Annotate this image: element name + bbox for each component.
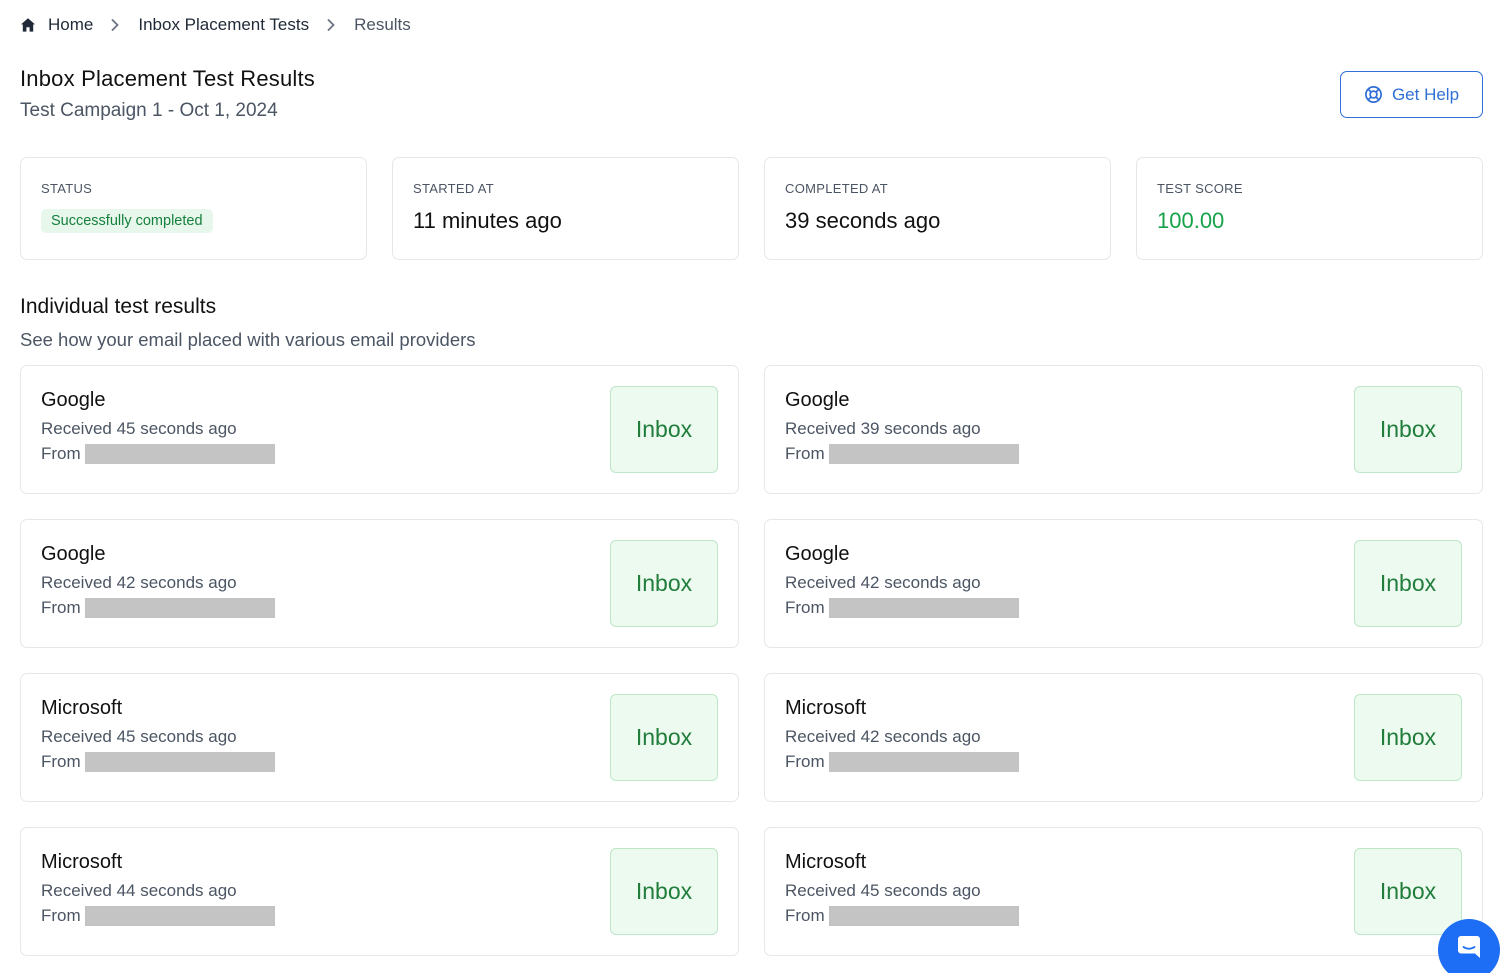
page-subtitle: Test Campaign 1 - Oct 1, 2024 bbox=[20, 100, 278, 121]
result-card: Microsoft Received 44 seconds ago From I… bbox=[20, 827, 739, 956]
provider-name: Microsoft bbox=[41, 697, 123, 719]
chevron-right-icon bbox=[110, 18, 120, 32]
result-card: Microsoft Received 42 seconds ago From I… bbox=[764, 673, 1483, 802]
completed-at-value: 39 seconds ago bbox=[785, 208, 941, 233]
result-card: Google Received 45 seconds ago From Inbo… bbox=[20, 365, 739, 494]
provider-name: Google bbox=[785, 389, 850, 411]
redacted-sender bbox=[84, 752, 275, 772]
from-row: From bbox=[41, 906, 275, 926]
section-subtitle: See how your email placed with various e… bbox=[20, 329, 476, 350]
placement-badge: Inbox bbox=[1354, 540, 1462, 627]
provider-name: Google bbox=[41, 543, 106, 565]
from-row: From bbox=[41, 598, 275, 618]
status-label: STATUS bbox=[41, 181, 93, 196]
received-time: Received 42 seconds ago bbox=[785, 573, 981, 592]
placement-badge: Inbox bbox=[610, 694, 718, 781]
from-label: From bbox=[785, 444, 825, 463]
from-label: From bbox=[785, 752, 825, 771]
started-at-card: STARTED AT 11 minutes ago bbox=[392, 157, 739, 260]
from-row: From bbox=[41, 444, 275, 464]
started-at-value: 11 minutes ago bbox=[413, 208, 562, 233]
from-row: From bbox=[41, 752, 275, 772]
completed-at-card: COMPLETED AT 39 seconds ago bbox=[764, 157, 1111, 260]
received-time: Received 45 seconds ago bbox=[785, 881, 981, 900]
status-badge: Successfully completed bbox=[41, 209, 213, 233]
provider-name: Microsoft bbox=[785, 697, 867, 719]
result-card: Google Received 39 seconds ago From Inbo… bbox=[764, 365, 1483, 494]
result-card: Google Received 42 seconds ago From Inbo… bbox=[764, 519, 1483, 648]
test-score-value: 100.00 bbox=[1157, 208, 1225, 233]
provider-name: Google bbox=[785, 543, 850, 565]
received-time: Received 45 seconds ago bbox=[41, 419, 237, 438]
placement-badge: Inbox bbox=[610, 848, 718, 935]
redacted-sender bbox=[84, 906, 275, 926]
received-time: Received 39 seconds ago bbox=[785, 419, 981, 438]
from-label: From bbox=[785, 906, 825, 925]
breadcrumb: Home Inbox Placement Tests Results bbox=[20, 14, 411, 36]
from-row: From bbox=[785, 444, 1019, 464]
provider-name: Microsoft bbox=[785, 851, 867, 873]
placement-badge: Inbox bbox=[610, 540, 718, 627]
redacted-sender bbox=[828, 752, 1019, 772]
breadcrumb-tests-link[interactable]: Inbox Placement Tests bbox=[138, 15, 309, 35]
from-label: From bbox=[41, 598, 81, 617]
started-at-label: STARTED AT bbox=[413, 181, 495, 196]
placement-badge: Inbox bbox=[1354, 386, 1462, 473]
provider-name: Google bbox=[41, 389, 106, 411]
chat-icon bbox=[1456, 933, 1482, 959]
result-card: Microsoft Received 45 seconds ago From I… bbox=[20, 673, 739, 802]
page-title: Inbox Placement Test Results bbox=[20, 66, 316, 91]
completed-at-label: COMPLETED AT bbox=[785, 181, 889, 196]
from-label: From bbox=[785, 598, 825, 617]
result-card: Microsoft Received 45 seconds ago From I… bbox=[764, 827, 1483, 956]
home-icon[interactable] bbox=[20, 17, 36, 33]
from-label: From bbox=[41, 444, 81, 463]
breadcrumb-current: Results bbox=[354, 15, 411, 34]
placement-badge: Inbox bbox=[1354, 848, 1462, 935]
provider-name: Microsoft bbox=[41, 851, 123, 873]
chat-widget-button[interactable] bbox=[1438, 919, 1500, 973]
redacted-sender bbox=[84, 598, 275, 618]
from-label: From bbox=[41, 906, 81, 925]
lifebuoy-icon bbox=[1364, 85, 1383, 104]
from-row: From bbox=[785, 752, 1019, 772]
received-time: Received 44 seconds ago bbox=[41, 881, 237, 900]
received-time: Received 45 seconds ago bbox=[41, 727, 237, 746]
from-row: From bbox=[785, 906, 1019, 926]
redacted-sender bbox=[828, 598, 1019, 618]
section-title: Individual test results bbox=[20, 295, 217, 318]
placement-badge: Inbox bbox=[1354, 694, 1462, 781]
breadcrumb-home-link[interactable]: Home bbox=[48, 15, 93, 35]
status-card: STATUS Successfully completed bbox=[20, 157, 367, 260]
test-score-card: TEST SCORE 100.00 bbox=[1136, 157, 1483, 260]
redacted-sender bbox=[828, 906, 1019, 926]
test-score-label: TEST SCORE bbox=[1157, 181, 1243, 196]
get-help-button[interactable]: Get Help bbox=[1340, 71, 1483, 118]
received-time: Received 42 seconds ago bbox=[41, 573, 237, 592]
redacted-sender bbox=[828, 444, 1019, 464]
from-row: From bbox=[785, 598, 1019, 618]
chevron-right-icon bbox=[326, 18, 336, 32]
placement-badge: Inbox bbox=[610, 386, 718, 473]
get-help-label: Get Help bbox=[1391, 84, 1460, 104]
from-label: From bbox=[41, 752, 81, 771]
redacted-sender bbox=[84, 444, 275, 464]
result-card: Google Received 42 seconds ago From Inbo… bbox=[20, 519, 739, 648]
received-time: Received 42 seconds ago bbox=[785, 727, 981, 746]
